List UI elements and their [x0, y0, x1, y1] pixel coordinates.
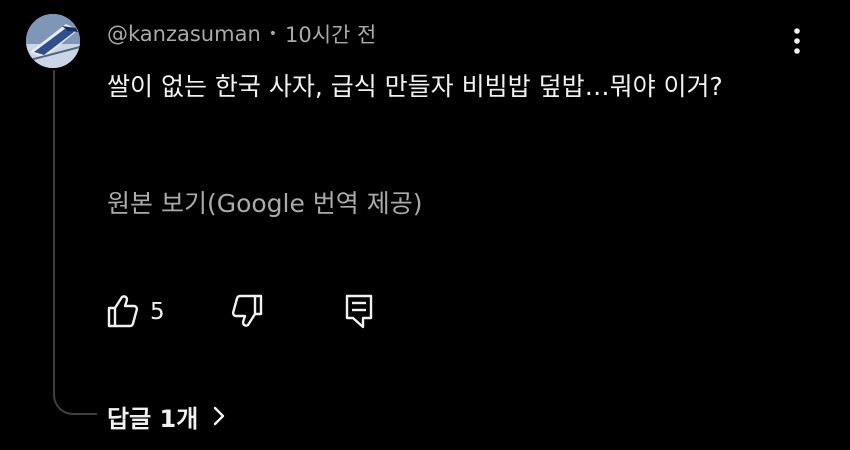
author-name[interactable]: @kanzasuman	[107, 22, 261, 46]
thread-line	[53, 70, 97, 415]
more-vertical-icon	[794, 28, 800, 54]
replies-count-label: 답글 1개	[107, 404, 199, 433]
dislike-button[interactable]	[230, 292, 266, 330]
comment-header: @kanzasuman • 10시간 전	[107, 19, 376, 49]
thumbs-up-icon	[107, 295, 139, 328]
see-original-link[interactable]: 원본 보기(Google 번역 제공)	[107, 184, 423, 224]
avatar-train-image	[26, 14, 80, 68]
like-button[interactable]	[104, 292, 140, 330]
reply-comment-icon	[345, 294, 373, 329]
reply-button[interactable]	[341, 292, 377, 330]
comment-text: 쌀이 없는 한국 사자, 급식 만들자 비빔밥 덮밥…뭐야 이거?	[107, 72, 723, 101]
view-replies-button[interactable]: 답글 1개	[107, 398, 226, 434]
like-count: 5	[150, 299, 165, 325]
comment-timestamp: 10시간 전	[285, 23, 377, 47]
chevron-right-icon	[214, 406, 225, 426]
thumbs-down-icon	[231, 294, 263, 327]
header-separator: •	[268, 26, 278, 42]
more-options-button[interactable]	[782, 24, 812, 58]
avatar[interactable]	[26, 14, 80, 68]
